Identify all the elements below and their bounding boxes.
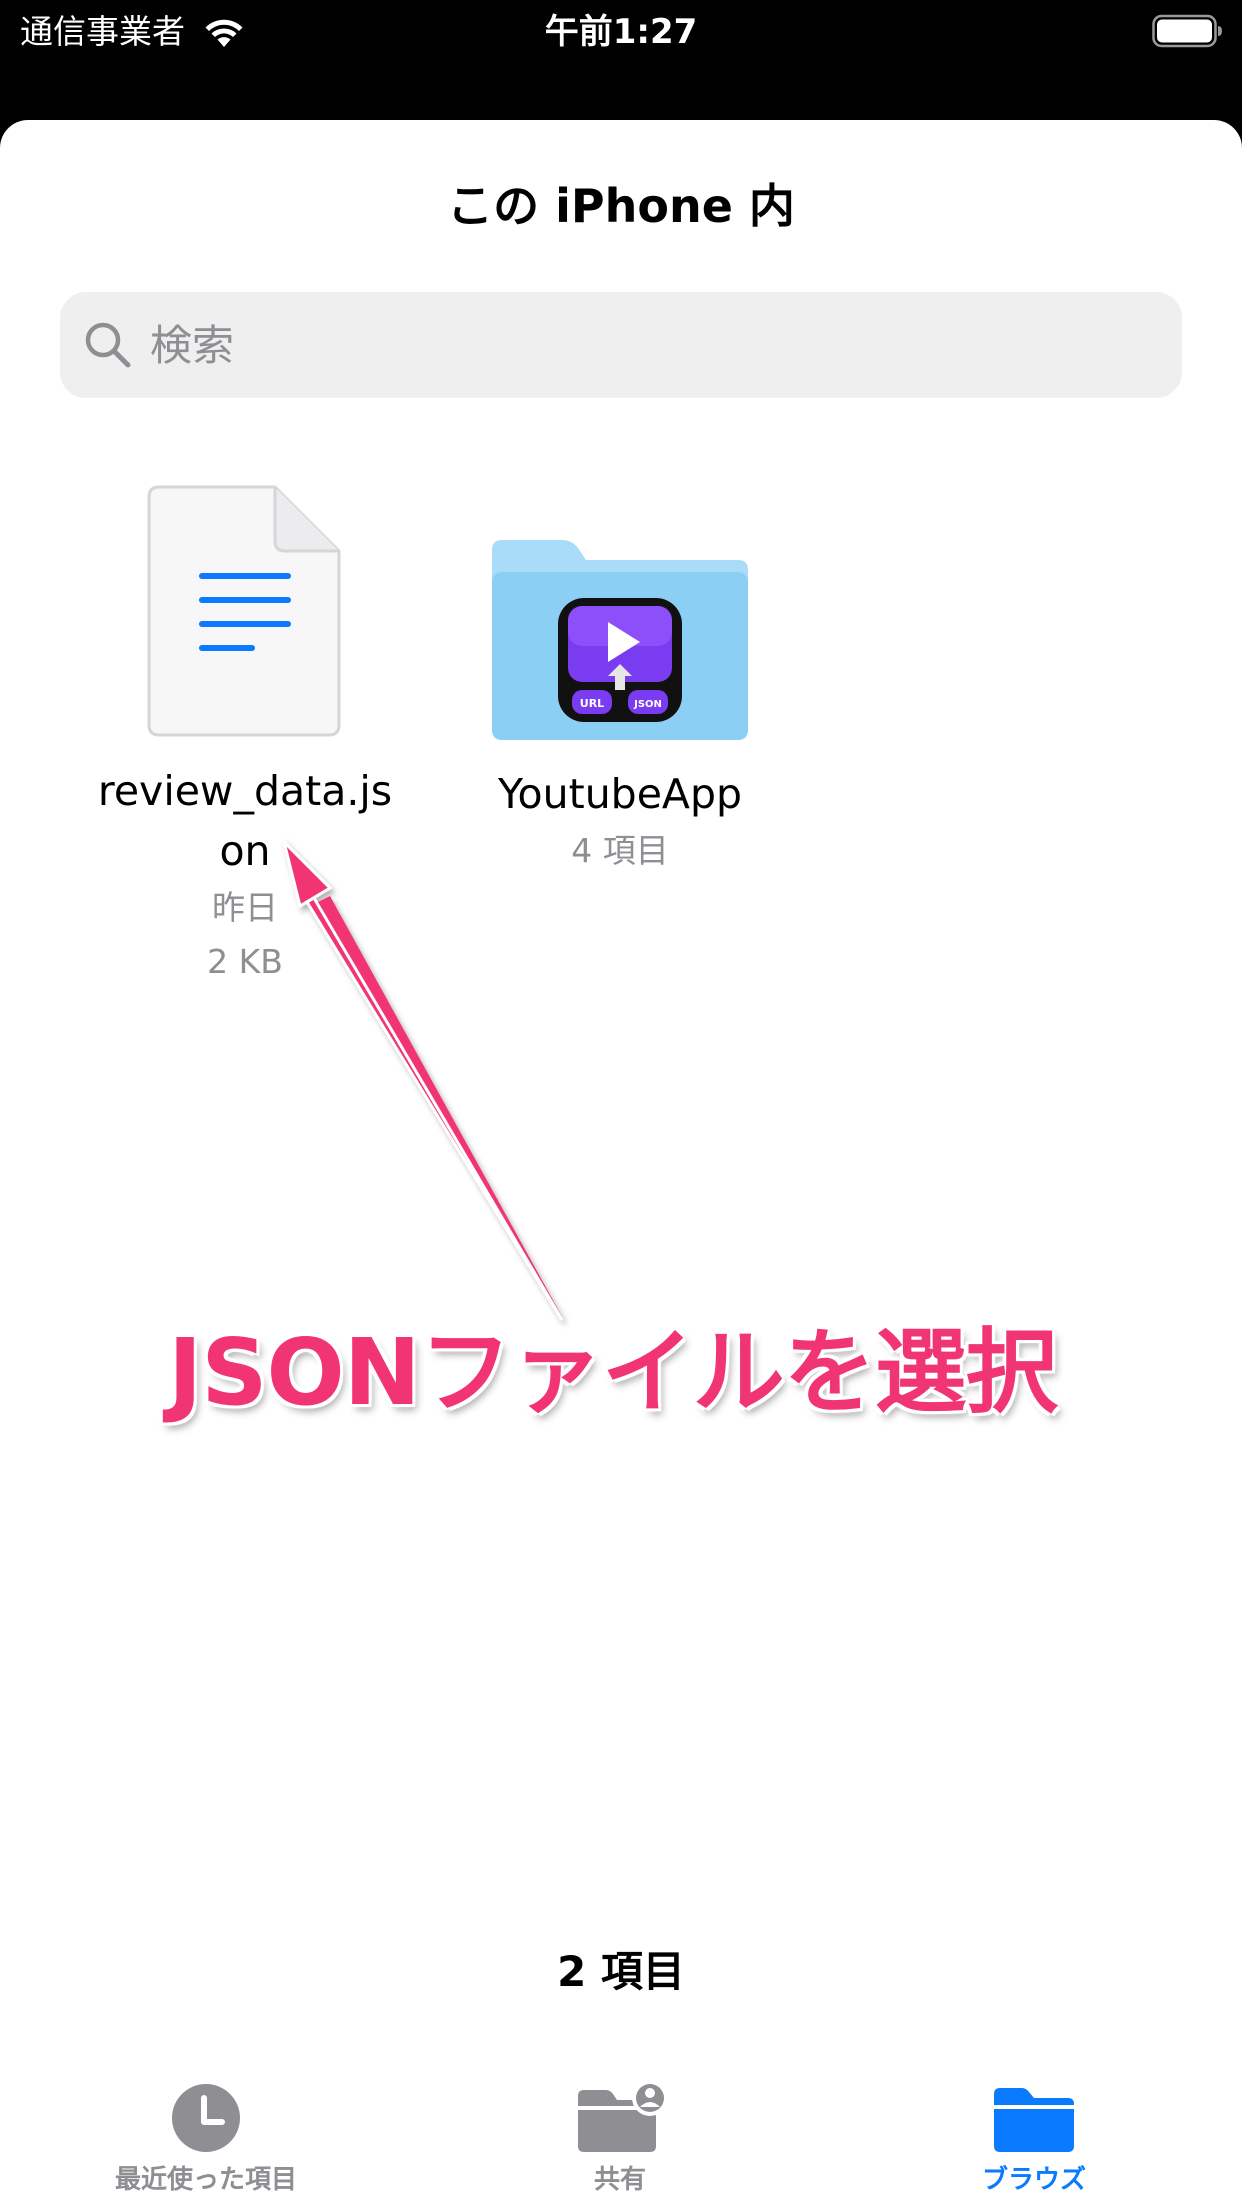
status-bar: 通信事業者 午前1:27 [0, 0, 1242, 64]
tab-bar: 最近使った項目 共有 ブラウズ [0, 2060, 1242, 2208]
clock-time: 午前1:27 [544, 12, 698, 52]
search-input[interactable] [150, 292, 1160, 398]
file-name: review_data.json [97, 767, 393, 875]
document-icon [147, 485, 341, 737]
total-item-count: 2 項目 [557, 1947, 685, 1996]
annotation-label: JSONファイルを選択 [168, 1319, 1058, 1426]
tab-browse[interactable]: ブラウズ [884, 2080, 1184, 2198]
folder-name: YoutubeApp [497, 770, 743, 818]
search-icon [85, 322, 131, 368]
page-title: この iPhone 内 [447, 179, 795, 233]
folder-item-youtubeapp[interactable]: URL JSON YoutubeApp 4 項目 [470, 485, 770, 878]
tab-label: ブラウズ [981, 2165, 1086, 2195]
file-item-review-data[interactable]: review_data.json 昨日 2 KB [70, 485, 420, 989]
json-badge-label: JSON [633, 699, 662, 710]
tab-label: 最近使った項目 [114, 2165, 297, 2195]
clock-icon [172, 2084, 240, 2152]
tab-label: 共有 [593, 2165, 646, 2195]
screen: 通信事業者 午前1:27 この iPhone 内 検索 review_data.… [0, 0, 1242, 2208]
shared-folder-icon [578, 2080, 668, 2152]
battery-icon [1152, 14, 1222, 48]
url-badge-label: URL [580, 697, 604, 710]
tab-shared[interactable]: 共有 [470, 2080, 770, 2198]
folder-item-count: 4 項目 [571, 831, 669, 870]
file-browser-sheet: この iPhone 内 review_data.json 昨日 2 KB [0, 120, 1242, 2208]
file-size: 2 KB [207, 942, 283, 981]
tab-recent[interactable]: 最近使った項目 [56, 2080, 356, 2198]
folder-icon [994, 2088, 1074, 2152]
file-date: 昨日 [212, 888, 278, 927]
search-bar[interactable] [60, 292, 1182, 398]
folder-icon: URL JSON [492, 540, 748, 740]
